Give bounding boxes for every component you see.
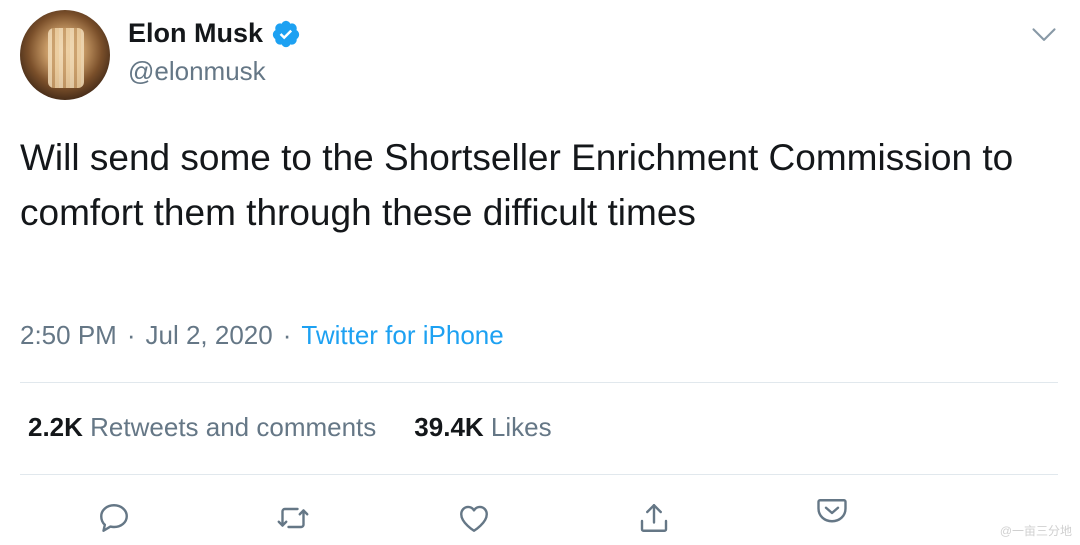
author-name[interactable]: Elon Musk: [128, 18, 263, 49]
retweet-button[interactable]: [273, 498, 313, 538]
pocket-icon: [817, 499, 847, 523]
chevron-down-icon[interactable]: [1030, 20, 1058, 48]
tweet-meta: 2:50 PM · Jul 2, 2020 · Twitter for iPho…: [20, 320, 504, 351]
tweet-stats: 2.2K Retweets and comments 39.4K Likes: [28, 412, 552, 443]
verified-badge-icon: [272, 20, 300, 47]
like-icon: [460, 505, 488, 532]
like-button[interactable]: [454, 498, 494, 538]
divider: [20, 382, 1058, 383]
share-button[interactable]: [634, 498, 674, 538]
reply-button[interactable]: [94, 498, 134, 538]
tweet-source-link[interactable]: Twitter for iPhone: [301, 320, 503, 351]
pocket-button[interactable]: [812, 490, 852, 530]
author-handle[interactable]: @elonmusk: [128, 56, 266, 87]
retweets-count: 2.2K: [28, 412, 83, 442]
author-name-row: Elon Musk: [128, 18, 301, 49]
share-icon: [640, 504, 668, 532]
likes-count: 39.4K: [414, 412, 484, 442]
avatar[interactable]: [20, 10, 110, 100]
tweet-text: Will send some to the Shortseller Enrich…: [20, 137, 1014, 233]
avatar-image: [48, 28, 84, 88]
likes-label: Likes: [490, 412, 552, 442]
likes-stat[interactable]: 39.4K Likes: [414, 412, 551, 443]
reply-icon: [100, 504, 128, 532]
retweet-icon: [277, 507, 309, 529]
meta-separator: ·: [282, 320, 292, 350]
meta-separator: ·: [126, 320, 136, 350]
retweets-stat[interactable]: 2.2K Retweets and comments: [28, 412, 376, 443]
divider: [20, 474, 1058, 475]
tweet-date[interactable]: Jul 2, 2020: [146, 320, 273, 351]
retweets-label: Retweets and comments: [90, 412, 377, 442]
action-bar: [0, 498, 1080, 538]
watermark: @一亩三分地: [999, 524, 1072, 538]
tweet-time[interactable]: 2:50 PM: [20, 320, 117, 351]
